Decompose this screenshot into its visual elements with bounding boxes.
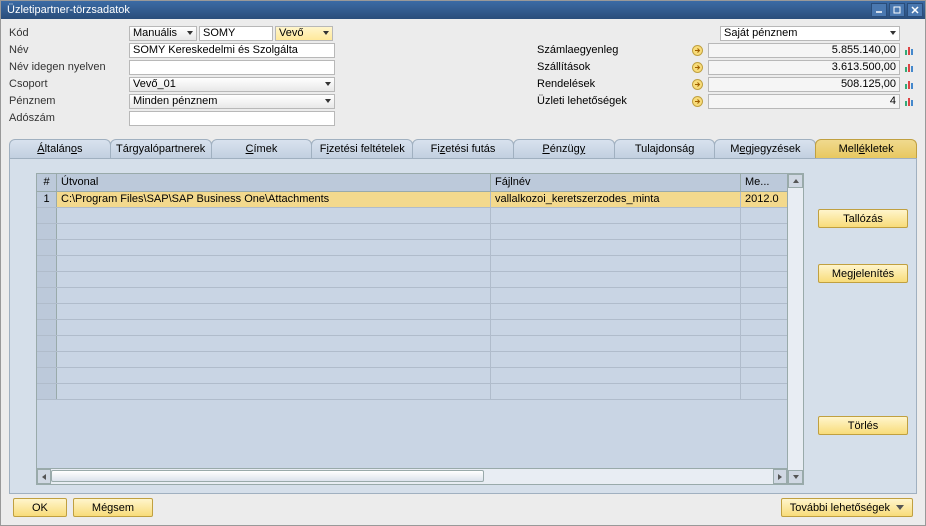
label-tax: Adószám [9,112,129,124]
code-mode-select[interactable]: Manuális [129,26,197,41]
tax-input[interactable] [129,111,335,126]
h-scrollbar[interactable] [37,468,787,484]
browse-button[interactable]: Tallózás [818,209,908,228]
header-section: Kód Manuális SOMY Vevő Név SOMY Keresked… [9,25,917,127]
row-file: vallalkozoi_keretszerzodes_minta [491,192,741,207]
col-num[interactable]: # [37,174,57,191]
table-row[interactable]: 1 C:\Program Files\SAP\SAP Business One\… [37,192,787,208]
maximize-button[interactable] [889,3,905,17]
label-foreign: Név idegen nyelven [9,61,129,73]
label-currency: Pénznem [9,95,129,107]
foreign-name-input[interactable] [129,60,335,75]
label-name: Név [9,44,129,56]
label-balance: Számlaegyenleg [537,44,687,56]
deliveries-value: 3.613.500,00 [708,60,900,75]
table-row[interactable] [37,288,787,304]
table-row[interactable] [37,320,787,336]
attachments-grid: # Útvonal Fájlnév Me... 1 C:\Program Fil… [36,173,804,485]
table-row[interactable] [37,272,787,288]
label-opps: Üzleti lehetőségek [537,95,687,107]
v-scrollbar[interactable] [787,174,803,484]
code-input[interactable]: SOMY [199,26,273,41]
tab-remarks[interactable]: Megjegyzések [714,139,816,158]
row-date: 2012.0 [741,192,787,207]
table-row[interactable] [37,352,787,368]
footer: OK Mégsem További lehetőségek [9,494,917,521]
opps-link-icon[interactable] [691,95,704,108]
col-path[interactable]: Útvonal [57,174,491,191]
chart-icon[interactable] [904,44,917,57]
tab-contacts[interactable]: Tárgyalópartnerek [110,139,212,158]
group-select[interactable]: Vevő_01 [129,77,335,92]
tab-addresses[interactable]: Címek [211,139,313,158]
tab-payrun[interactable]: Fizetési futás [412,139,514,158]
table-row[interactable] [37,384,787,400]
grid-body[interactable]: 1 C:\Program Files\SAP\SAP Business One\… [37,192,787,468]
titlebar: Üzletipartner-törzsadatok [1,1,925,19]
grid-header: # Útvonal Fájlnév Me... [37,174,787,192]
tab-bar: Általános Tárgyalópartnerek Címek Fizeté… [9,139,917,159]
label-orders: Rendelések [537,78,687,90]
label-code: Kód [9,27,129,39]
bp-type-select[interactable]: Vevő [275,26,333,41]
table-row[interactable] [37,256,787,272]
left-fields: Kód Manuális SOMY Vevő Név SOMY Keresked… [9,25,469,127]
orders-value: 508.125,00 [708,77,900,92]
table-row[interactable] [37,336,787,352]
table-row[interactable] [37,304,787,320]
currency-select[interactable]: Minden pénznem [129,94,335,109]
orders-link-icon[interactable] [691,78,704,91]
table-row[interactable] [37,224,787,240]
scroll-left-icon[interactable] [37,469,51,484]
ok-button[interactable]: OK [13,498,67,517]
table-row[interactable] [37,208,787,224]
row-num: 1 [37,192,57,207]
delete-button[interactable]: Törlés [818,416,908,435]
opps-value: 4 [708,94,900,109]
window-controls [871,3,923,17]
chart-icon[interactable] [904,78,917,91]
deliveries-link-icon[interactable] [691,61,704,74]
tab-finance[interactable]: Pénzügy [513,139,615,158]
col-date[interactable]: Me... [741,174,787,191]
close-button[interactable] [907,3,923,17]
label-group: Csoport [9,78,129,90]
chart-icon[interactable] [904,61,917,74]
table-row[interactable] [37,240,787,256]
bp-master-window: Üzletipartner-törzsadatok Kód Manuális S… [0,0,926,526]
scroll-right-icon[interactable] [773,469,787,484]
chart-icon[interactable] [904,95,917,108]
table-row[interactable] [37,368,787,384]
balance-link-icon[interactable] [691,44,704,57]
label-deliveries: Szállítások [537,61,687,73]
balance-value: 5.855.140,00 [708,43,900,58]
attachments-panel: # Útvonal Fájlnév Me... 1 C:\Program Fil… [9,159,917,494]
right-fields: Saját pénznem Számlaegyenleg 5.855.140,0… [537,25,917,127]
content-area: Kód Manuális SOMY Vevő Név SOMY Keresked… [1,19,925,525]
own-currency-select[interactable]: Saját pénznem [720,26,900,41]
scroll-up-icon[interactable] [788,174,803,188]
more-options-button[interactable]: További lehetőségek [781,498,913,517]
tab-general[interactable]: Általános [9,139,111,158]
minimize-button[interactable] [871,3,887,17]
row-path: C:\Program Files\SAP\SAP Business One\At… [57,192,491,207]
display-button[interactable]: Megjelenítés [818,264,908,283]
tab-attachments[interactable]: Mellékletek [815,139,917,158]
side-buttons: Tallózás Megjelenítés Törlés [818,173,908,485]
name-input[interactable]: SOMY Kereskedelmi és Szolgálta [129,43,335,58]
h-scroll-thumb[interactable] [51,470,484,482]
tab-properties[interactable]: Tulajdonság [614,139,716,158]
cancel-button[interactable]: Mégsem [73,498,153,517]
window-title: Üzletipartner-törzsadatok [7,4,130,16]
tab-payterms[interactable]: Fizetési feltételek [311,139,413,158]
col-file[interactable]: Fájlnév [491,174,741,191]
scroll-down-icon[interactable] [788,470,803,484]
